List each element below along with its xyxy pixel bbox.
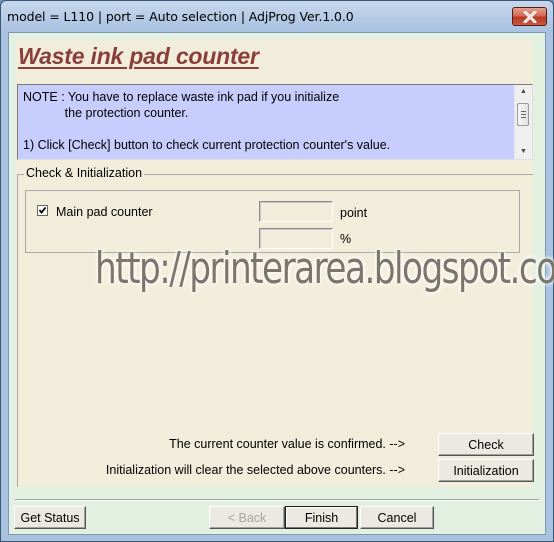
title-bar[interactable]: model = L110 | port = Auto selection | A… [1, 1, 553, 32]
scroll-up-icon[interactable]: ▲ [515, 85, 532, 99]
checkmark-icon [38, 206, 47, 214]
footer-separator [15, 499, 539, 501]
back-button[interactable]: < Back [209, 506, 285, 529]
main-pad-counter-checkbox[interactable] [37, 205, 48, 216]
page-title: Waste ink pad counter [18, 43, 259, 69]
close-x-icon [523, 10, 536, 23]
scroll-thumb[interactable] [517, 103, 529, 126]
main-pad-counter-label: Main pad counter [56, 205, 153, 219]
point-unit-label: point [340, 206, 368, 220]
dialog-client-area: Waste ink pad counter NOTE : You have to… [8, 32, 554, 535]
initialization-description: Initialization will clear the selected a… [105, 463, 405, 477]
check-initialization-group: Check & Initialization Main pad counter … [17, 166, 534, 487]
point-value-field[interactable] [259, 201, 333, 222]
finish-button[interactable]: Finish [285, 506, 358, 529]
initialization-button[interactable]: Initialization [438, 459, 534, 482]
adjprog-window: model = L110 | port = Auto selection | A… [0, 0, 554, 542]
group-label: Check & Initialization [24, 166, 145, 180]
note-text: NOTE : You have to replace waste ink pad… [23, 90, 391, 152]
check-description: The current counter value is confirmed. … [169, 437, 405, 451]
window-title: model = L110 | port = Auto selection | A… [7, 9, 354, 24]
note-scrollbar[interactable]: ▲ ▼ [514, 85, 532, 159]
note-textbox[interactable]: NOTE : You have to replace waste ink pad… [17, 84, 533, 160]
cancel-button[interactable]: Cancel [360, 506, 434, 529]
watermark-text: http://printerarea.blogspot.com [95, 243, 554, 294]
get-status-button[interactable]: Get Status [14, 506, 86, 529]
scroll-down-icon[interactable]: ▼ [515, 145, 532, 159]
check-button[interactable]: Check [438, 433, 534, 456]
close-button[interactable] [512, 7, 547, 26]
